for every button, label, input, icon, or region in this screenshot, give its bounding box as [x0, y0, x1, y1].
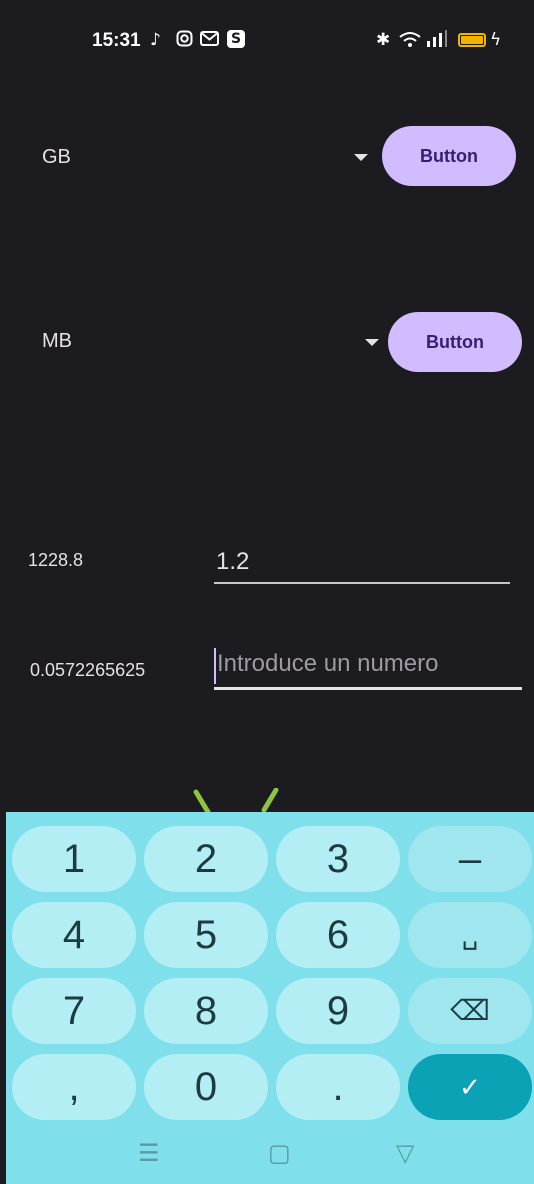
- result-value-1: 1228.8: [28, 550, 84, 570]
- charging-icon: ϟ: [490, 30, 502, 50]
- space-key[interactable]: ␣: [408, 902, 532, 968]
- battery-icon: [458, 33, 486, 47]
- signal-icon: [426, 30, 448, 53]
- number-input-2-placeholder: Introduce un numero: [217, 650, 439, 677]
- key-minus[interactable]: –: [408, 826, 532, 892]
- backspace-key[interactable]: ⌫: [408, 978, 532, 1044]
- numeric-keyboard: 1 2 3 – 4 5 6 ␣ 7 8 9 ⌫ , 0 . ✓ ☰ ▢ ▽: [6, 812, 534, 1184]
- result-value-2: 0.0572265625: [30, 660, 146, 680]
- number-input-1-value: 1.2: [216, 548, 250, 575]
- key-2[interactable]: 2: [144, 826, 268, 892]
- key-3[interactable]: 3: [276, 826, 400, 892]
- unit-dropdown-1[interactable]: GB: [42, 146, 71, 169]
- input-underline: [214, 687, 522, 690]
- back-icon[interactable]: ▽: [396, 1139, 414, 1167]
- key-5[interactable]: 5: [144, 902, 268, 968]
- status-time: 15:31: [92, 30, 141, 51]
- wifi-icon: [398, 30, 422, 55]
- menu-icon[interactable]: ☰: [138, 1139, 160, 1167]
- gmail-icon: [200, 30, 219, 52]
- instagram-icon: [176, 30, 193, 52]
- chevron-down-icon[interactable]: [365, 339, 379, 346]
- app-screen: 15:31 ♪ S ✱ ϟ GB Button MB Button 1228.8…: [6, 6, 534, 1184]
- input-underline: [214, 582, 510, 584]
- number-input-1[interactable]: 1.2: [214, 540, 510, 584]
- key-4[interactable]: 4: [12, 902, 136, 968]
- key-comma[interactable]: ,: [12, 1054, 136, 1120]
- done-key[interactable]: ✓: [408, 1054, 532, 1120]
- key-9[interactable]: 9: [276, 978, 400, 1044]
- chevron-down-icon[interactable]: [354, 154, 368, 161]
- key-0[interactable]: 0: [144, 1054, 268, 1120]
- s-app-icon: S: [227, 30, 245, 48]
- tiktok-icon: ♪: [150, 30, 161, 50]
- text-cursor: [214, 648, 216, 684]
- home-icon[interactable]: ▢: [268, 1139, 291, 1167]
- key-7[interactable]: 7: [12, 978, 136, 1044]
- key-period[interactable]: .: [276, 1054, 400, 1120]
- unit-dropdown-2[interactable]: MB: [42, 330, 72, 353]
- number-input-2[interactable]: Introduce un numero: [214, 640, 522, 690]
- convert-button-1[interactable]: Button: [382, 126, 516, 186]
- key-6[interactable]: 6: [276, 902, 400, 968]
- convert-button-2[interactable]: Button: [388, 312, 522, 372]
- key-8[interactable]: 8: [144, 978, 268, 1044]
- bluetooth-icon: ✱: [376, 30, 391, 50]
- status-bar: 15:31 ♪ S ✱ ϟ: [6, 6, 534, 66]
- key-1[interactable]: 1: [12, 826, 136, 892]
